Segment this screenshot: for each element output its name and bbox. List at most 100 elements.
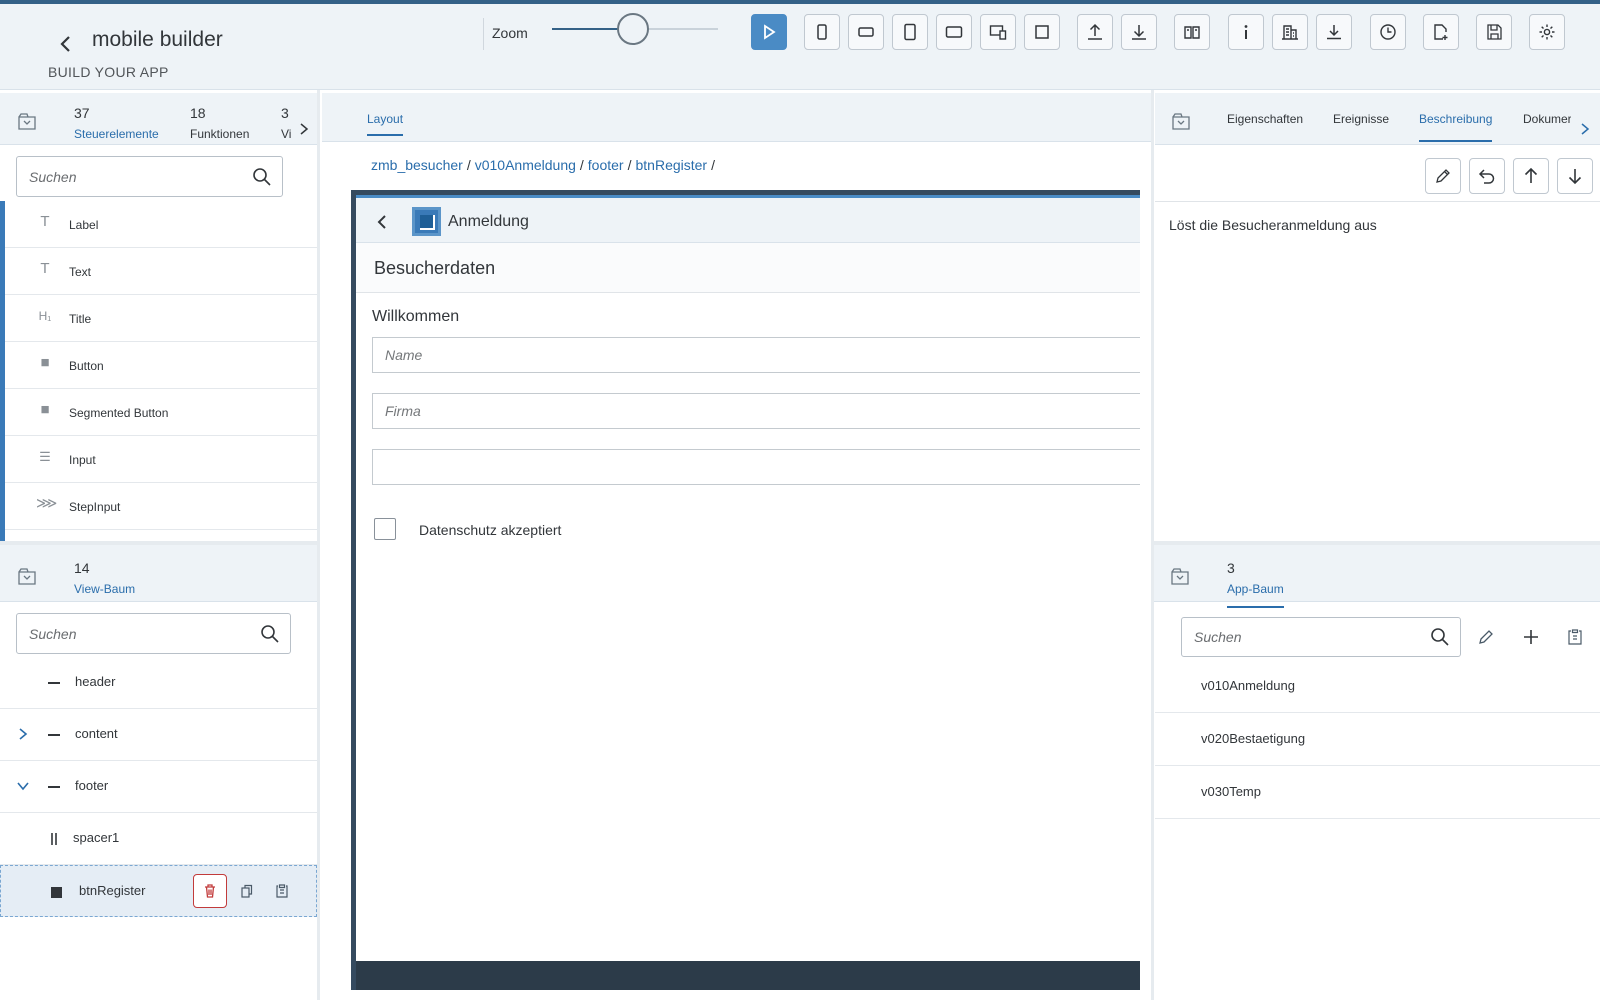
name-input[interactable] <box>385 338 1086 372</box>
chevron-right-icon[interactable] <box>16 727 30 741</box>
controls-search-input[interactable] <box>29 157 215 196</box>
tab-label: Dokumer <box>1523 112 1571 126</box>
tab-beschreibung[interactable]: Beschreibung <box>1419 112 1493 142</box>
tablet-landscape-button[interactable] <box>936 14 972 50</box>
phone-portrait-button[interactable] <box>804 14 840 50</box>
tab-layout[interactable]: Layout <box>367 112 404 136</box>
info-icon <box>1244 25 1248 39</box>
save-button[interactable] <box>1476 14 1512 50</box>
list-item[interactable]: v010Anmeldung <box>1155 660 1600 713</box>
stat-view-baum[interactable]: 14 View-Baum <box>74 560 135 596</box>
third-field[interactable] <box>372 449 1140 485</box>
list-item[interactable]: ⋙ StepInput <box>5 483 317 530</box>
right-tab-bar: Eigenschaften Ereignisse Beschreibung Do… <box>1155 93 1600 145</box>
tablet-portrait-button[interactable] <box>892 14 928 50</box>
controls-search[interactable] <box>16 156 283 197</box>
scroll-right-icon[interactable] <box>298 122 310 136</box>
description-text: Löst die Besucheranmeldung aus <box>1169 217 1377 233</box>
firma-input[interactable] <box>385 394 1086 428</box>
list-item[interactable]: T Label <box>5 201 317 248</box>
controls-list: T Label T Text H₁ Title ■ Button ■ Segmented … <box>0 201 317 541</box>
new-document-button[interactable] <box>1423 14 1459 50</box>
collapse-panel-icon[interactable] <box>16 566 38 588</box>
stat-steuerelemente[interactable]: 37 Steuerelemente <box>74 105 159 141</box>
tree-node-label: footer <box>75 778 109 793</box>
play-icon <box>764 24 776 40</box>
firma-field[interactable] <box>372 393 1140 429</box>
chevron-down-icon[interactable] <box>16 779 30 793</box>
tab-eigenschaften[interactable]: Eigenschaften <box>1227 112 1303 126</box>
info-button[interactable] <box>1228 14 1264 50</box>
step-input-icon: ⋙ <box>36 495 58 512</box>
stat-label: Steuerelemente <box>74 127 159 141</box>
tree-node-header[interactable]: header <box>0 657 317 709</box>
zoom-slider-handle[interactable] <box>617 13 650 45</box>
export-button[interactable] <box>1316 14 1352 50</box>
section-title: Besucherdaten <box>374 258 496 278</box>
privacy-checkbox[interactable] <box>374 518 396 540</box>
add-view-button[interactable] <box>1518 624 1544 650</box>
multi-device-button[interactable] <box>980 14 1016 50</box>
name-field[interactable] <box>372 337 1140 373</box>
stat-app-baum[interactable]: 3 App-Baum <box>1227 560 1284 608</box>
breadcrumb-link[interactable]: v010Anmeldung <box>475 157 576 173</box>
collapse-panel-icon[interactable] <box>16 111 38 133</box>
list-item-label: Button <box>69 359 104 373</box>
view-tree-search[interactable] <box>16 613 291 654</box>
zoom-slider[interactable] <box>552 13 718 45</box>
back-icon[interactable] <box>374 212 390 232</box>
app-tree-search[interactable] <box>1181 617 1461 657</box>
undo-button[interactable] <box>1469 158 1505 194</box>
tab-underline <box>1419 140 1493 142</box>
list-item[interactable]: v030Temp <box>1155 766 1600 819</box>
tree-node-content[interactable]: content <box>0 709 317 761</box>
company-button[interactable] <box>1272 14 1308 50</box>
copy-node-button[interactable] <box>230 874 264 908</box>
tree-node-label: header <box>75 674 116 689</box>
tab-dokumentation[interactable]: Dokumer <box>1523 112 1571 126</box>
list-item[interactable]: ■ Segmented Button <box>5 389 317 436</box>
zoom-label: Zoom <box>492 25 528 41</box>
tree-node-spacer1[interactable]: spacer1 <box>0 813 317 865</box>
list-item[interactable]: ■ Button <box>5 342 317 389</box>
search-icon[interactable] <box>260 624 280 644</box>
move-up-button[interactable] <box>1513 158 1549 194</box>
collapse-panel-icon[interactable] <box>1170 111 1192 133</box>
stat-views[interactable]: 3 Vi <box>281 105 293 141</box>
move-down-button[interactable] <box>1557 158 1593 194</box>
edit-view-button[interactable] <box>1473 624 1499 650</box>
documentation-button[interactable] <box>1174 14 1210 50</box>
list-item[interactable]: T Text <box>5 248 317 295</box>
breadcrumb-link[interactable]: footer <box>588 157 624 173</box>
stat-funktionen[interactable]: 18 Funktionen <box>190 105 249 141</box>
delete-node-button[interactable] <box>193 874 227 908</box>
collapse-panel-icon[interactable] <box>1169 566 1191 588</box>
search-icon[interactable] <box>1430 627 1450 647</box>
back-icon[interactable] <box>54 30 78 58</box>
square-icon <box>1035 25 1049 39</box>
third-input[interactable] <box>385 450 1086 484</box>
paste-node-button[interactable] <box>265 874 299 908</box>
welcome-label: Willkommen <box>372 308 460 325</box>
upload-button[interactable] <box>1077 14 1113 50</box>
list-item[interactable]: ☰ Input <box>5 436 317 483</box>
download-button[interactable] <box>1121 14 1157 50</box>
list-item[interactable]: v020Bestaetigung <box>1155 713 1600 766</box>
settings-button[interactable] <box>1529 14 1565 50</box>
view-tree-search-input[interactable] <box>29 614 221 653</box>
breadcrumb-link[interactable]: zmb_besucher <box>371 157 463 173</box>
paste-view-button[interactable] <box>1562 624 1588 650</box>
tab-ereignisse[interactable]: Ereignisse <box>1333 112 1389 126</box>
history-button[interactable] <box>1370 14 1406 50</box>
phone-landscape-button[interactable] <box>848 14 884 50</box>
breadcrumb-link[interactable]: btnRegister <box>636 157 708 173</box>
fullscreen-button[interactable] <box>1024 14 1060 50</box>
edit-button[interactable] <box>1425 158 1461 194</box>
search-icon[interactable] <box>252 167 272 187</box>
preview-button[interactable] <box>751 14 787 50</box>
list-item[interactable]: H₁ Title <box>5 295 317 342</box>
scroll-right-icon[interactable] <box>1579 122 1591 136</box>
tree-node-btnregister[interactable]: btnRegister <box>0 865 317 917</box>
app-tree-search-input[interactable] <box>1194 618 1389 656</box>
tree-node-footer[interactable]: footer <box>0 761 317 813</box>
